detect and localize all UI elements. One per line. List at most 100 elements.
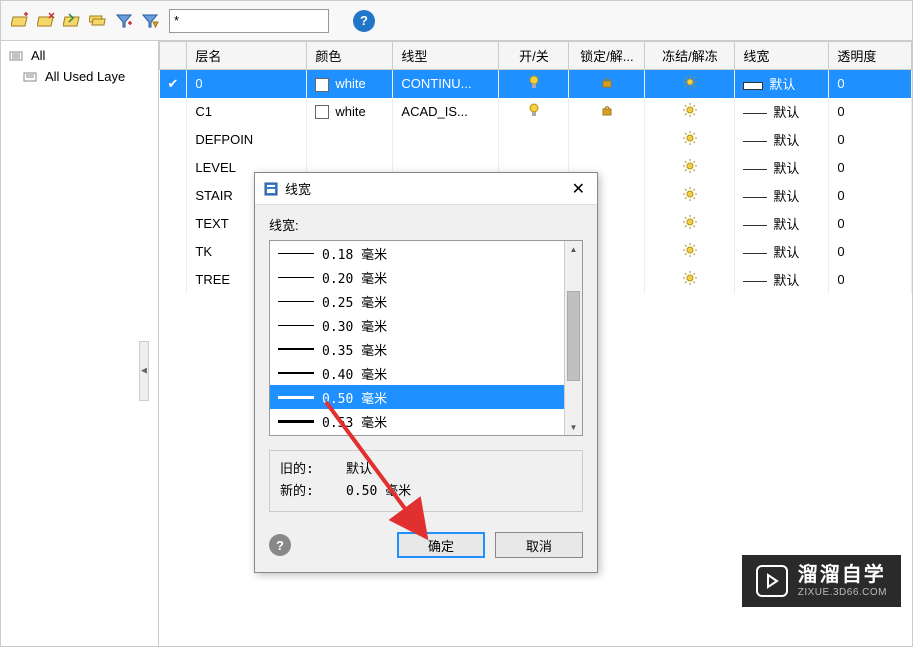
list-item[interactable]: 0.40 毫米 — [270, 361, 564, 385]
sidebar-item-all[interactable]: All — [1, 45, 158, 66]
info-box: 旧的: 默认 新的: 0.50 毫米 — [269, 450, 583, 512]
row-trans[interactable]: 0 — [829, 210, 912, 238]
col-trans[interactable]: 透明度 — [829, 42, 912, 70]
col-name[interactable]: 层名 — [187, 42, 307, 70]
row-freeze[interactable] — [645, 266, 735, 294]
filter-new-icon[interactable] — [113, 10, 135, 32]
list-item[interactable]: 0.50 毫米 — [270, 385, 564, 409]
new-layer-icon[interactable] — [9, 10, 31, 32]
sidebar-item-used[interactable]: All Used Laye — [1, 66, 158, 87]
row-lw[interactable]: 默认 — [735, 70, 829, 98]
row-lw[interactable]: 默认 — [735, 266, 829, 294]
row-trans[interactable]: 0 — [829, 238, 912, 266]
row-check[interactable] — [160, 126, 187, 154]
col-freeze[interactable]: 冻结/解冻 — [645, 42, 735, 70]
watermark-logo-icon — [756, 565, 788, 597]
row-freeze[interactable] — [645, 210, 735, 238]
table-row[interactable]: DEFPOIN 默认 0 — [160, 126, 912, 154]
row-name: C1 — [187, 98, 307, 126]
delete-layer-icon[interactable] — [35, 10, 57, 32]
scrollbar[interactable]: ▲ ▼ — [564, 241, 582, 435]
row-freeze[interactable] — [645, 70, 735, 98]
new-value: 0.50 毫米 — [346, 481, 411, 503]
row-check[interactable] — [160, 238, 187, 266]
old-label: 旧的: — [280, 459, 330, 481]
col-check[interactable] — [160, 42, 187, 70]
row-onoff[interactable] — [499, 70, 569, 98]
row-freeze[interactable] — [645, 154, 735, 182]
row-trans[interactable]: 0 — [829, 126, 912, 154]
col-lock[interactable]: 锁定/解... — [569, 42, 645, 70]
row-linetype[interactable] — [393, 126, 499, 154]
dialog-help-icon[interactable]: ? — [269, 534, 291, 556]
row-check[interactable] — [160, 98, 187, 126]
scroll-up-icon[interactable]: ▲ — [565, 241, 582, 257]
row-lock[interactable] — [569, 70, 645, 98]
old-value: 默认 — [346, 459, 372, 481]
filter-input[interactable] — [169, 9, 329, 33]
row-check[interactable] — [160, 182, 187, 210]
row-name: DEFPOIN — [187, 126, 307, 154]
scroll-down-icon[interactable]: ▼ — [565, 419, 582, 435]
list-item[interactable]: 0.18 毫米 — [270, 241, 564, 265]
list-item[interactable]: 0.35 毫米 — [270, 337, 564, 361]
table-row[interactable]: ✔ 0 white CONTINU... 默认 0 — [160, 70, 912, 98]
row-freeze[interactable] — [645, 98, 735, 126]
row-color[interactable]: white — [307, 98, 393, 126]
row-check[interactable] — [160, 154, 187, 182]
row-lock[interactable] — [569, 98, 645, 126]
col-linetype[interactable]: 线型 — [393, 42, 499, 70]
watermark-sub: ZIXUE.3D66.COM — [798, 587, 887, 599]
row-lw[interactable]: 默认 — [735, 210, 829, 238]
splitter-handle[interactable]: ◄ — [139, 341, 149, 401]
row-trans[interactable]: 0 — [829, 154, 912, 182]
dialog-titlebar[interactable]: 线宽 ✕ — [255, 173, 597, 205]
row-linetype[interactable]: CONTINU... — [393, 70, 499, 98]
cancel-button[interactable]: 取消 — [495, 532, 583, 558]
list-item[interactable]: 0.53 毫米 — [270, 409, 564, 433]
row-freeze[interactable] — [645, 126, 735, 154]
row-trans[interactable]: 0 — [829, 98, 912, 126]
layer-states-icon[interactable] — [87, 10, 109, 32]
lineweight-listbox[interactable]: 0.18 毫米0.20 毫米0.25 毫米0.30 毫米0.35 毫米0.40 … — [269, 240, 583, 436]
lineweight-dialog: 线宽 ✕ 线宽: 0.18 毫米0.20 毫米0.25 毫米0.30 毫米0.3… — [254, 172, 598, 573]
row-lw[interactable]: 默认 — [735, 238, 829, 266]
col-color[interactable]: 颜色 — [307, 42, 393, 70]
row-check[interactable] — [160, 266, 187, 294]
col-onoff[interactable]: 开/关 — [499, 42, 569, 70]
dialog-label: 线宽: — [269, 215, 583, 234]
row-trans[interactable]: 0 — [829, 70, 912, 98]
close-icon[interactable]: ✕ — [568, 179, 589, 199]
table-row[interactable]: C1 white ACAD_IS... 默认 0 — [160, 98, 912, 126]
col-lw[interactable]: 线宽 — [735, 42, 829, 70]
ok-button[interactable]: 确定 — [397, 532, 485, 558]
sidebar-label: All — [31, 48, 45, 63]
row-lw[interactable]: 默认 — [735, 126, 829, 154]
row-lw[interactable]: 默认 — [735, 154, 829, 182]
row-trans[interactable]: 0 — [829, 182, 912, 210]
set-current-icon[interactable] — [61, 10, 83, 32]
row-check[interactable] — [160, 210, 187, 238]
list-item[interactable]: 0.20 毫米 — [270, 265, 564, 289]
row-check[interactable]: ✔ — [160, 70, 187, 98]
row-freeze[interactable] — [645, 238, 735, 266]
help-icon[interactable]: ? — [353, 10, 375, 32]
dialog-app-icon — [263, 181, 279, 197]
watermark-main: 溜溜自学 — [798, 563, 887, 587]
row-trans[interactable]: 0 — [829, 266, 912, 294]
row-freeze[interactable] — [645, 182, 735, 210]
sidebar: All All Used Laye — [1, 41, 159, 646]
row-color[interactable] — [307, 126, 393, 154]
row-color[interactable]: white — [307, 70, 393, 98]
new-label: 新的: — [280, 481, 330, 503]
row-onoff[interactable] — [499, 98, 569, 126]
list-item[interactable]: 0.25 毫米 — [270, 289, 564, 313]
scroll-thumb[interactable] — [567, 291, 580, 381]
list-item[interactable]: 0.30 毫米 — [270, 313, 564, 337]
row-lw[interactable]: 默认 — [735, 98, 829, 126]
row-onoff[interactable] — [499, 126, 569, 154]
filter-invert-icon[interactable] — [139, 10, 161, 32]
row-linetype[interactable]: ACAD_IS... — [393, 98, 499, 126]
row-lw[interactable]: 默认 — [735, 182, 829, 210]
row-lock[interactable] — [569, 126, 645, 154]
